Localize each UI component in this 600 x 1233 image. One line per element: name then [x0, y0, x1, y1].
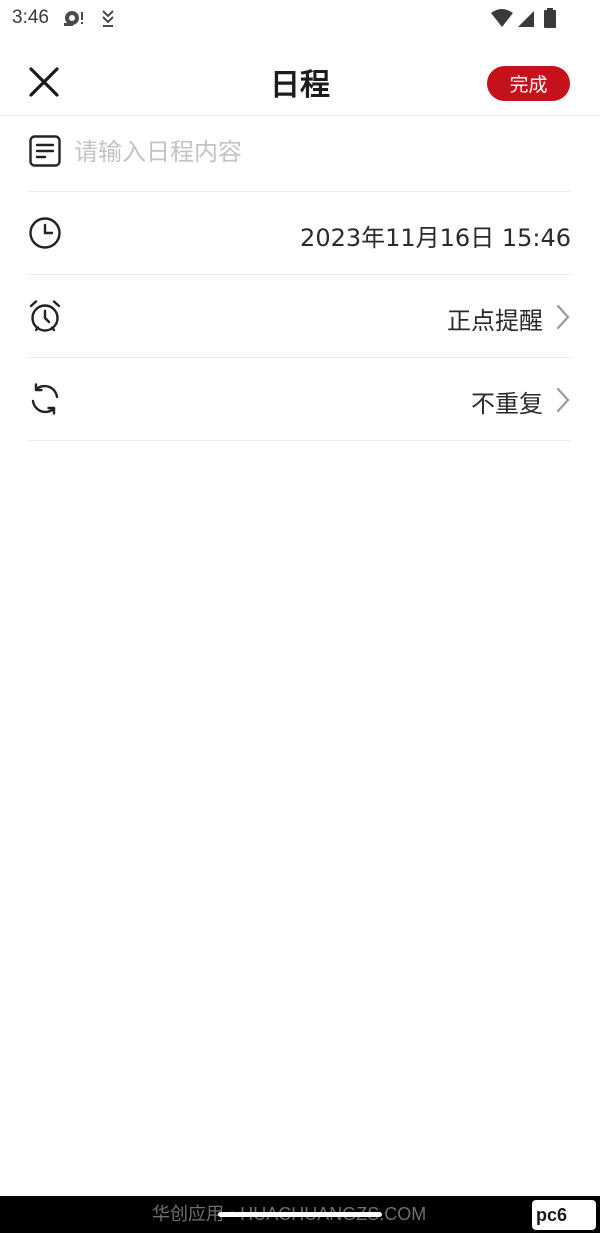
repeat-value: 不重复	[471, 390, 543, 418]
pc6-logo-text: pc6	[536, 1204, 568, 1225]
wifi-icon	[490, 8, 514, 34]
content-row[interactable]	[28, 116, 571, 192]
header: 日程 完成	[0, 40, 600, 116]
battery-icon	[543, 8, 557, 34]
repeat-icon	[28, 382, 62, 416]
repeat-row[interactable]: 不重复	[28, 358, 571, 441]
alarm-clock-icon	[28, 299, 62, 333]
done-button[interactable]: 完成	[487, 66, 570, 101]
chevron-right-icon	[555, 304, 571, 330]
note-icon	[28, 134, 62, 168]
content-input[interactable]	[74, 130, 554, 174]
reminder-row[interactable]: 正点提醒	[28, 275, 571, 358]
reminder-value: 正点提醒	[447, 307, 543, 335]
datetime-value: 2023年11月16日 15:46	[300, 224, 571, 252]
pc6-logo: pc6	[532, 1200, 596, 1230]
cell-signal-icon	[516, 8, 536, 34]
notification-icon	[62, 8, 86, 34]
home-indicator[interactable]	[218, 1212, 382, 1217]
status-bar: 3:46	[0, 0, 600, 40]
download-icon	[100, 8, 116, 34]
chevron-right-icon	[555, 387, 571, 413]
status-time: 3:46	[12, 7, 49, 28]
clock-icon	[28, 216, 62, 250]
bottom-bar: 华创应用 • HUACHUANGZS.COM pc6	[0, 1196, 600, 1233]
datetime-row[interactable]: 2023年11月16日 15:46	[28, 192, 571, 275]
